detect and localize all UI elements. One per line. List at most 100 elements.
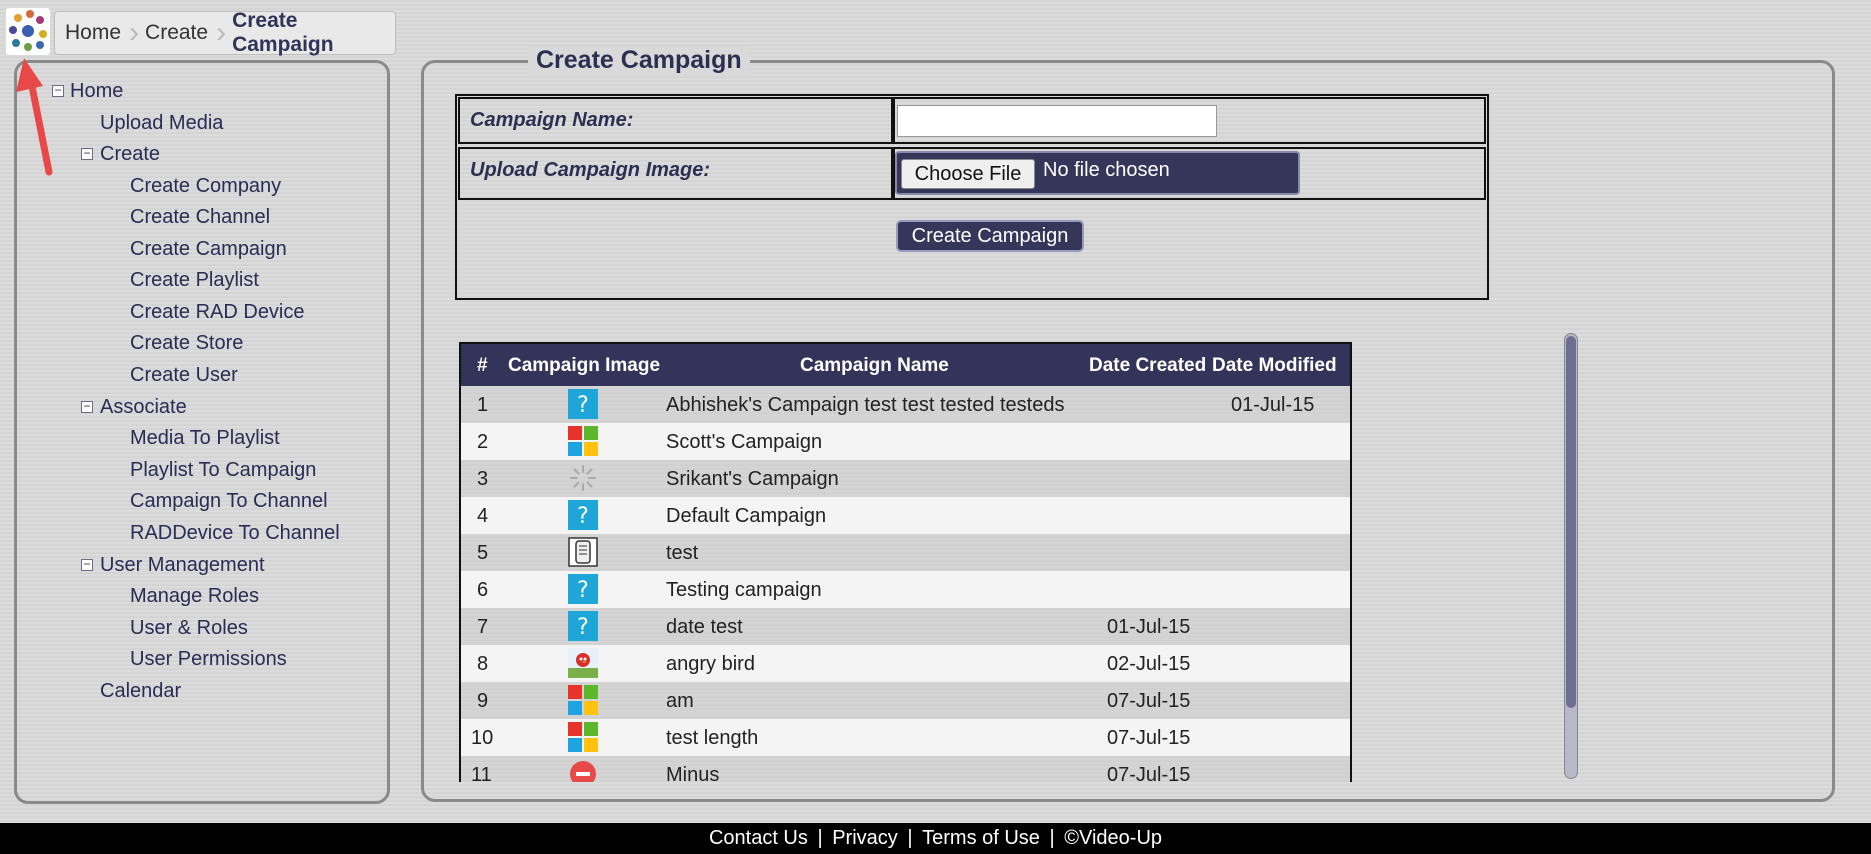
question-icon: ?: [568, 611, 598, 641]
column-header-name[interactable]: Campaign Name: [800, 355, 949, 377]
cell-date-created: 02-Jul-15: [1107, 653, 1191, 675]
sidebar-item-create-user[interactable]: Create User: [130, 364, 238, 387]
minus-icon: [570, 761, 596, 782]
sidebar-item-create-playlist[interactable]: Create Playlist: [130, 269, 259, 292]
sidebar-item-campaign-to-channel[interactable]: Campaign To Channel: [130, 490, 328, 513]
column-header-date-created[interactable]: Date Created: [1089, 355, 1206, 377]
cell-campaign-name: angry bird: [666, 653, 755, 675]
question-icon: ?: [568, 500, 598, 530]
table-row[interactable]: 1 ? Abhishek's Campaign test test tested…: [461, 386, 1350, 423]
table-row[interactable]: 2 Scott's Campaign: [461, 423, 1350, 460]
svg-text:?: ?: [577, 504, 589, 529]
campaign-name-label: Campaign Name:: [458, 97, 893, 144]
sidebar-item-user-management[interactable]: User Management: [100, 554, 265, 577]
svg-text:?: ?: [577, 578, 589, 603]
cell-number: 9: [477, 690, 489, 712]
table-row[interactable]: 11 Minus 07-Jul-15: [461, 756, 1350, 782]
sidebar-item-playlist-to-campaign[interactable]: Playlist To Campaign: [130, 459, 316, 482]
footer: Contact Us | Privacy | Terms of Use | ©V…: [0, 823, 1871, 854]
cell-campaign-name: Testing campaign: [666, 579, 822, 601]
create-campaign-button[interactable]: Create Campaign: [896, 220, 1084, 252]
windows-tiles-icon: [568, 685, 598, 715]
collapse-icon[interactable]: −: [81, 147, 93, 160]
column-header-date-modified[interactable]: Date Modified: [1212, 355, 1337, 377]
table-scrollbar[interactable]: [1564, 333, 1578, 779]
cell-campaign-name: Minus: [666, 764, 720, 782]
cell-campaign-name: Default Campaign: [666, 505, 827, 527]
angry-bird-icon: [568, 648, 598, 678]
footer-copyright: ©Video-Up: [1064, 827, 1163, 849]
sidebar-item-media-to-playlist[interactable]: Media To Playlist: [130, 427, 280, 450]
table-row[interactable]: 9 am 07-Jul-15: [461, 682, 1350, 719]
footer-privacy-link[interactable]: Privacy: [832, 827, 898, 849]
cell-date-created: 07-Jul-15: [1107, 727, 1191, 749]
cell-number: 5: [477, 542, 489, 564]
sidebar-item-associate[interactable]: Associate: [100, 396, 187, 419]
annotation-arrow-icon: [16, 58, 53, 176]
table-row[interactable]: 6 ? Testing campaign: [461, 571, 1350, 608]
campaign-name-input[interactable]: [897, 105, 1217, 137]
sidebar-item-manage-roles[interactable]: Manage Roles: [130, 585, 259, 608]
cell-number: 6: [477, 579, 489, 601]
table-row[interactable]: 10 test length 07-Jul-15: [461, 719, 1350, 756]
cell-campaign-name: am: [666, 690, 694, 712]
cell-campaign-name: test length: [666, 727, 759, 749]
file-status-text: No file chosen: [1043, 159, 1170, 181]
footer-separator: |: [907, 827, 913, 849]
sidebar-item-create[interactable]: Create: [100, 143, 160, 166]
footer-terms-link[interactable]: Terms of Use: [922, 827, 1040, 849]
cell-number: 2: [477, 431, 489, 453]
column-header-number[interactable]: #: [477, 355, 488, 377]
cell-date-created: 07-Jul-15: [1107, 690, 1191, 712]
table-row[interactable]: 8 angry bird 02-Jul-15: [461, 645, 1350, 682]
sidebar-item-user-roles[interactable]: User & Roles: [130, 617, 248, 640]
cell-date-created: 01-Jul-15: [1107, 616, 1191, 638]
collapse-icon[interactable]: −: [81, 558, 93, 571]
table-row[interactable]: 3 Srikant's Campaign: [461, 460, 1350, 497]
cell-campaign-name: Srikant's Campaign: [666, 468, 839, 490]
loading-spinner-icon: [570, 465, 596, 491]
sidebar-item-calendar[interactable]: Calendar: [100, 680, 181, 703]
panel-title: Create Campaign: [528, 46, 750, 75]
upload-image-label: Upload Campaign Image:: [458, 147, 893, 200]
chevron-right-icon: ›: [216, 16, 227, 49]
windows-tiles-icon: [568, 722, 598, 752]
breadcrumb-create[interactable]: Create: [145, 21, 216, 45]
sidebar-item-upload-media[interactable]: Upload Media: [100, 112, 223, 135]
cell-campaign-name: Abhishek's Campaign test test tested tes…: [666, 394, 1065, 416]
breadcrumb-current: Create Campaign: [232, 9, 334, 56]
sidebar-item-user-permissions[interactable]: User Permissions: [130, 648, 287, 671]
cell-number: 10: [471, 727, 494, 749]
footer-separator: |: [817, 827, 823, 849]
cell-campaign-name: test: [666, 542, 699, 564]
footer-separator: |: [1049, 827, 1055, 849]
campaign-table: # Campaign Image Campaign Name Date Crea…: [459, 342, 1352, 782]
cell-number: 4: [477, 505, 489, 527]
sidebar-item-create-campaign[interactable]: Create Campaign: [130, 238, 287, 261]
sidebar-item-create-store[interactable]: Create Store: [130, 332, 243, 355]
question-icon: ?: [568, 574, 598, 604]
sidebar-item-create-company[interactable]: Create Company: [130, 175, 281, 198]
table-row[interactable]: 4 ? Default Campaign: [461, 497, 1350, 534]
cell-number: 11: [471, 764, 492, 782]
sidebar-item-create-channel[interactable]: Create Channel: [130, 206, 270, 229]
cell-number: 7: [477, 616, 489, 638]
footer-contact-link[interactable]: Contact Us: [709, 827, 808, 849]
collapse-icon[interactable]: −: [81, 400, 93, 413]
scrollbar-thumb[interactable]: [1566, 336, 1576, 708]
sidebar-item-raddevice-to-channel[interactable]: RADDevice To Channel: [130, 522, 340, 545]
file-input[interactable]: Choose File No file chosen: [895, 151, 1300, 195]
choose-file-button[interactable]: Choose File: [901, 159, 1035, 189]
sidebar-item-create-rad-device[interactable]: Create RAD Device: [130, 301, 305, 324]
svg-text:?: ?: [577, 393, 589, 418]
document-icon: [568, 537, 598, 567]
cell-date-modified: 01-Jul-15: [1231, 394, 1315, 416]
table-row[interactable]: 7 ? date test 01-Jul-15: [461, 608, 1350, 645]
chevron-right-icon: ›: [129, 16, 140, 49]
table-row[interactable]: 5 test: [461, 534, 1350, 571]
question-icon: ?: [568, 389, 598, 419]
cell-number: 3: [477, 468, 489, 490]
breadcrumb: Home › Create › Create Campaign: [54, 9, 396, 56]
table-header: # Campaign Image Campaign Name Date Crea…: [461, 344, 1350, 386]
column-header-image[interactable]: Campaign Image: [508, 355, 660, 377]
